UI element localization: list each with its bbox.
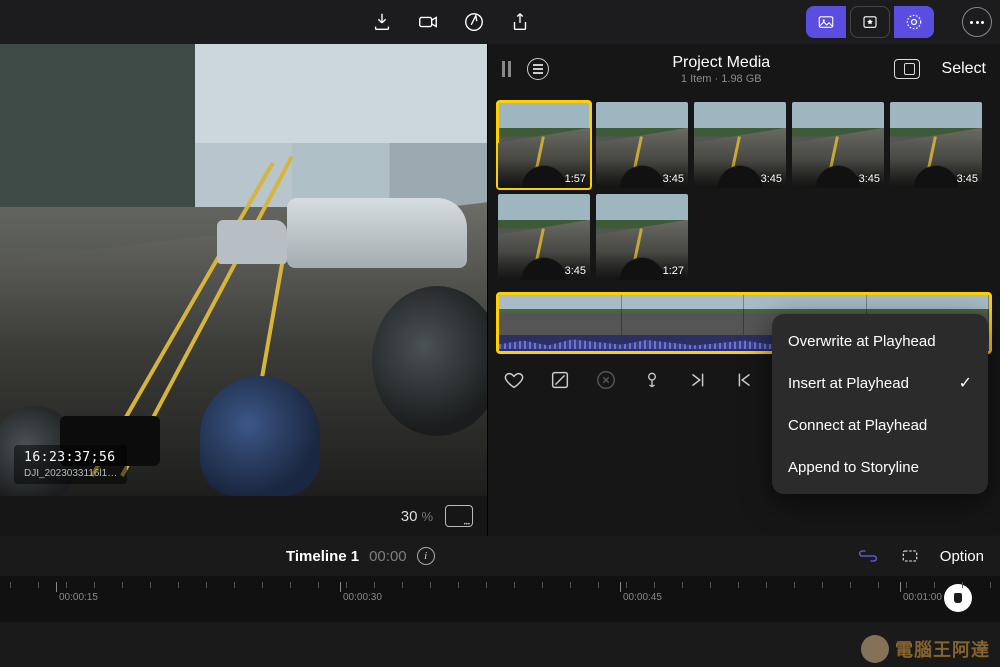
timecode: 16:23:37;56 <box>24 449 117 467</box>
link-icon[interactable] <box>856 544 880 568</box>
clip-duration: 3:45 <box>957 173 978 185</box>
voiceover-icon[interactable] <box>462 10 486 34</box>
range-end-icon[interactable] <box>686 368 710 392</box>
clip-thumbnail[interactable]: 3:45 <box>890 102 982 188</box>
clip-duration: 3:45 <box>565 265 586 277</box>
select-button[interactable]: Select <box>942 60 986 78</box>
ruler-label: 00:00:45 <box>623 592 662 603</box>
clip-thumbnail[interactable]: 1:27 <box>596 194 688 280</box>
ruler-label: 00:00:30 <box>343 592 382 603</box>
zoom-indicator[interactable]: 30 % <box>401 508 433 525</box>
timeline-title: Timeline 1 <box>286 548 359 565</box>
clip-duration: 3:45 <box>663 173 684 185</box>
clip-thumbnail[interactable]: 3:45 <box>792 102 884 188</box>
timeline-marker-icon[interactable] <box>944 584 972 612</box>
menu-item-label: Connect at Playhead <box>788 417 927 434</box>
insert-mode-menu: Overwrite at Playhead Insert at Playhead ✓… <box>772 314 988 494</box>
share-icon[interactable] <box>508 10 532 34</box>
browser-header: Project Media 1 Item · 1.98 GB Select <box>488 44 1000 94</box>
photos-panel-button[interactable] <box>806 6 846 38</box>
toolbar-tools <box>370 10 532 34</box>
camera-icon[interactable] <box>416 10 440 34</box>
settings-panel-button[interactable] <box>894 6 934 38</box>
clip-thumbnail[interactable]: 3:45 <box>498 194 590 280</box>
timeline-header: Timeline 1 00:00 i Option <box>0 536 1000 576</box>
watermark: 電腦王阿達 <box>861 635 990 663</box>
clip-thumbnail[interactable]: 1:57 <box>498 102 590 188</box>
options-button[interactable]: Option <box>940 548 984 565</box>
clip-duration: 3:45 <box>761 173 782 185</box>
browser-subtitle: 1 Item · 1.98 GB <box>561 73 882 85</box>
clip-grid: 1:57 3:45 3:45 3:45 3:45 3:45 1:27 <box>488 94 1000 288</box>
menu-item[interactable]: Append to Storyline <box>772 446 988 488</box>
clip-thumbnail[interactable]: 3:45 <box>596 102 688 188</box>
menu-item[interactable]: Overwrite at Playhead <box>772 320 988 362</box>
menu-item-label: Insert at Playhead <box>788 375 909 392</box>
menu-item[interactable]: Connect at Playhead <box>772 404 988 446</box>
clip-duration: 1:27 <box>663 265 684 277</box>
menu-item-label: Overwrite at Playhead <box>788 333 936 350</box>
viewer-canvas[interactable]: 16:23:37;56 DJI_2023033116l1… <box>0 44 487 496</box>
timeline-ruler[interactable]: 00:00:15 00:00:30 00:00:45 00:01:00 <box>0 576 1000 622</box>
clip-duration: 1:57 <box>565 173 586 185</box>
checkmark-icon: ✓ <box>959 373 972 393</box>
ruler-label: 00:01:00 <box>903 592 942 603</box>
menu-item-label: Append to Storyline <box>788 459 919 476</box>
top-toolbar <box>0 0 1000 44</box>
ruler-label: 00:00:15 <box>59 592 98 603</box>
range-start-icon[interactable] <box>732 368 756 392</box>
panel-switcher <box>806 6 934 38</box>
info-icon[interactable]: i <box>417 547 435 565</box>
filter-icon[interactable] <box>527 58 549 80</box>
import-icon[interactable] <box>370 10 394 34</box>
favorite-icon[interactable] <box>502 368 526 392</box>
clip-filename: DJI_2023033116l1… <box>24 467 117 481</box>
browser-title: Project Media <box>561 54 882 72</box>
viewer-bottom-bar: 30 % <box>0 496 487 536</box>
zoom-unit: % <box>421 509 433 524</box>
sidebar-toggle-icon[interactable] <box>502 61 511 77</box>
favorites-panel-button[interactable] <box>850 6 890 38</box>
clear-icon[interactable] <box>594 368 618 392</box>
menu-item[interactable]: Insert at Playhead ✓ <box>772 362 988 404</box>
zoom-value: 30 <box>401 508 418 525</box>
more-button[interactable] <box>962 7 992 37</box>
layout-icon[interactable] <box>894 59 920 79</box>
viewer-overlay: 16:23:37;56 DJI_2023033116l1… <box>14 445 127 484</box>
reject-icon[interactable] <box>548 368 572 392</box>
snapping-icon[interactable] <box>898 544 922 568</box>
timeline-time: 00:00 <box>369 548 407 565</box>
clip-duration: 3:45 <box>859 173 880 185</box>
comment-icon[interactable] <box>445 505 473 527</box>
viewer-pane: 16:23:37;56 DJI_2023033116l1… 30 % <box>0 44 487 536</box>
keyword-icon[interactable] <box>640 368 664 392</box>
ellipsis-icon <box>970 21 984 24</box>
clip-thumbnail[interactable]: 3:45 <box>694 102 786 188</box>
toolbar-right <box>806 6 992 38</box>
